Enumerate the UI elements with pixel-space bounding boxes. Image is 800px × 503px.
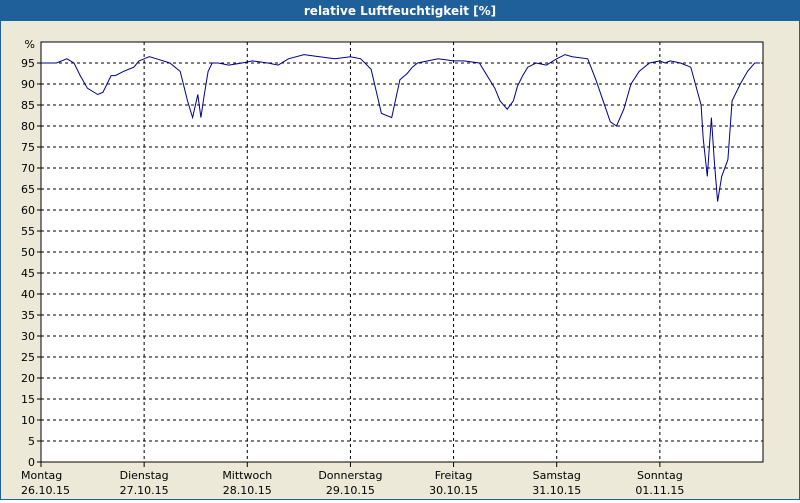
- x-tick-date-label: 28.10.15: [223, 484, 272, 497]
- y-tick-label: 35: [21, 309, 35, 322]
- y-tick-label: 30: [21, 330, 35, 343]
- y-tick-label: 65: [21, 183, 35, 196]
- y-tick-label: 55: [21, 225, 35, 238]
- x-tick-day-label: Freitag: [435, 469, 473, 482]
- y-tick-label: 85: [21, 99, 35, 112]
- y-tick-label: 90: [21, 78, 35, 91]
- y-tick-label: 60: [21, 204, 35, 217]
- x-tick-date-label: 26.10.15: [21, 484, 70, 497]
- y-tick-label: 75: [21, 141, 35, 154]
- x-tick-day-label: Sonntag: [637, 469, 683, 482]
- y-tick-label: 0: [28, 456, 35, 469]
- y-tick-label: 10: [21, 414, 35, 427]
- chart-title: relative Luftfeuchtigkeit [%]: [1, 1, 799, 21]
- y-tick-label: 5: [28, 435, 35, 448]
- humidity-chart: 05101520253035404550556065707580859095% …: [21, 38, 764, 497]
- plot-area: 0 5 10 15 20 25 30 35 40 45 50 55 60 65 70 75 80 85 90 95% …: [1, 22, 799, 499]
- y-tick-label: 40: [21, 288, 35, 301]
- x-axis: Montag 26.10.15 Dienstag 27.10.15 Mittwoch 28…: [21, 462, 684, 497]
- x-tick-day-label: Montag: [21, 469, 62, 482]
- x-tick-date-label: 01.11.15: [635, 484, 684, 497]
- x-tick-day-label: Mittwoch: [222, 469, 272, 482]
- y-tick-label: 25: [21, 351, 35, 364]
- y-tick-label: 45: [21, 267, 35, 280]
- grid-lines: [41, 42, 763, 462]
- x-tick-date-label: 31.10.15: [532, 484, 581, 497]
- x-tick-day-label: Donnerstag: [318, 469, 382, 482]
- x-tick-date-label: 29.10.15: [326, 484, 375, 497]
- y-tick-label: 95: [21, 57, 35, 70]
- y-axis-unit-label: %: [25, 38, 35, 51]
- y-tick-label: 20: [21, 372, 35, 385]
- x-tick-day-label: Samstag: [533, 469, 581, 482]
- y-tick-label: 50: [21, 246, 35, 259]
- x-tick-day-label: Dienstag: [120, 469, 169, 482]
- x-tick-date-label: 27.10.15: [120, 484, 169, 497]
- y-axis: 0 5 10 15 20 25 30 35 40 45 50 55 60 65 70 75 80 85 90 95%: [21, 38, 41, 469]
- x-tick-date-label: 30.10.15: [429, 484, 478, 497]
- y-tick-label: 70: [21, 162, 35, 175]
- chart-window: relative Luftfeuchtigkeit [%] 0 5 10 15 20 25…: [0, 0, 800, 500]
- y-tick-label: 80: [21, 120, 35, 133]
- y-tick-label: 15: [21, 393, 35, 406]
